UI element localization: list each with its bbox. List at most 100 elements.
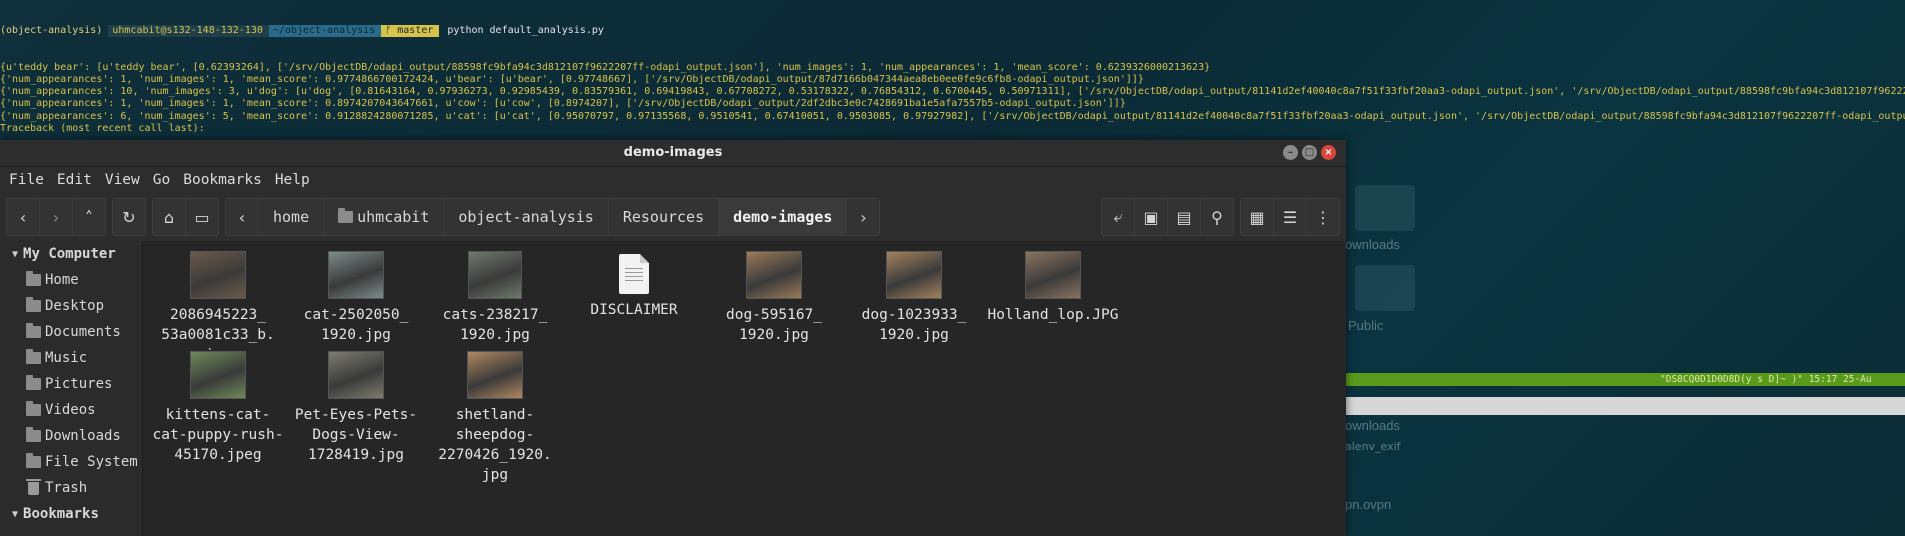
sidebar-item-home[interactable]: Home xyxy=(0,267,142,293)
breadcrumb-resources[interactable]: Resources xyxy=(609,199,720,235)
sidebar-item-trash[interactable]: Trash xyxy=(0,475,142,501)
file-item[interactable]: cats-238217_ 1920.jpg xyxy=(420,251,570,345)
input-bar xyxy=(1345,397,1905,415)
breadcrumb-demo-images[interactable]: demo-images xyxy=(719,199,848,235)
sidebar-header-my-computer[interactable]: ▼ My Computer xyxy=(0,241,142,267)
trash-icon xyxy=(26,478,41,495)
triangle-down-icon: ▼ xyxy=(12,508,19,520)
file-item[interactable]: 2086945223_ 53a0081c33_b. jpg xyxy=(143,251,293,365)
prompt-host: uhmcabit@s132-148-132-130 xyxy=(108,24,269,37)
file-item[interactable]: shetland- sheepdog- 2270426_1920. jpg xyxy=(420,351,570,485)
grid-icon: ▦ xyxy=(1249,207,1265,227)
document-icon xyxy=(619,254,649,294)
window-titlebar[interactable]: demo-images – □ × xyxy=(0,140,1346,167)
up-button[interactable]: ˄ xyxy=(73,199,105,235)
sidebar-item-label: Home xyxy=(45,272,79,288)
desktop-label-public: Public xyxy=(1348,318,1384,333)
breadcrumb-right-button[interactable]: › xyxy=(847,199,879,235)
folder-icon xyxy=(26,323,41,338)
home-button[interactable]: ⌂ xyxy=(153,199,186,235)
file-name: kittens-cat- cat-puppy-rush- 45170.jpeg xyxy=(152,407,284,463)
menu-edit[interactable]: Edit xyxy=(52,172,97,188)
sidebar-item-label: Downloads xyxy=(45,428,121,444)
file-item[interactable]: dog-1023933_ 1920.jpg xyxy=(839,251,989,345)
menu-go[interactable]: Go xyxy=(148,172,175,188)
sidebar-item-music[interactable]: Music xyxy=(0,345,142,371)
file-item[interactable]: Holland_lop.JPG xyxy=(978,251,1128,325)
close-button[interactable]: × xyxy=(1321,145,1336,160)
search-button[interactable]: ⚲ xyxy=(1201,199,1233,235)
desktop-label-openvpn: pn.ovpn xyxy=(1345,497,1392,512)
terminal-button[interactable]: ▣ xyxy=(1135,199,1168,235)
file-name: dog-595167_ 1920.jpg xyxy=(725,307,823,343)
maximize-button[interactable]: □ xyxy=(1302,145,1317,160)
sidebar-header-label: My Computer xyxy=(23,246,116,262)
sidebar-item-documents[interactable]: Documents xyxy=(0,319,142,345)
sidebar: ▼ My Computer Home Desktop Documents Musi… xyxy=(0,241,143,536)
image-thumbnail xyxy=(190,251,246,299)
folder-icon xyxy=(1355,185,1415,231)
sidebar-header-bookmarks[interactable]: ▼ Bookmarks xyxy=(0,501,142,527)
compact-list-icon: ⋮ xyxy=(1315,207,1331,227)
file-name: cats-238217_ 1920.jpg xyxy=(442,307,548,343)
menu-help[interactable]: Help xyxy=(270,172,315,188)
folder-icon xyxy=(26,349,41,364)
window-title: demo-images xyxy=(623,145,723,160)
file-name: shetland- sheepdog- 2270426_1920. jpg xyxy=(438,407,552,483)
terminal-line: Traceback (most recent call last): xyxy=(0,122,205,134)
sidebar-item-pictures[interactable]: Pictures xyxy=(0,371,142,397)
folder-open-icon: ▤ xyxy=(1176,207,1192,227)
image-thumbnail xyxy=(1025,251,1081,299)
breadcrumb-home[interactable]: home xyxy=(259,199,325,235)
breadcrumb-left-button[interactable]: ‹ xyxy=(226,199,259,235)
sidebar-item-desktop[interactable]: Desktop xyxy=(0,293,142,319)
sidebar-item-label: Videos xyxy=(45,402,96,418)
breadcrumb-object-analysis[interactable]: object-analysis xyxy=(444,199,609,235)
sidebar-item-label: Documents xyxy=(45,324,121,340)
terminal-icon: ▣ xyxy=(1143,207,1159,227)
prompt-env: (object-analysis) xyxy=(0,24,103,36)
reload-group: ↻ xyxy=(112,198,146,236)
file-item[interactable]: cat-2502050_ 1920.jpg xyxy=(281,251,431,345)
image-thumbnail xyxy=(190,351,246,399)
file-item[interactable]: kittens-cat- cat-puppy-rush- 45170.jpeg xyxy=(143,351,293,465)
new-folder-button[interactable]: ▤ xyxy=(1168,199,1201,235)
reload-icon: ↻ xyxy=(122,207,136,227)
desktop-label-downloads: ownloads xyxy=(1345,237,1400,252)
sidebar-item-downloads[interactable]: Downloads xyxy=(0,423,142,449)
folder-icon xyxy=(26,427,41,442)
folder-icon xyxy=(1355,265,1415,311)
folder-icon xyxy=(26,297,41,312)
sidebar-item-file-system[interactable]: File System xyxy=(0,449,142,475)
prompt-dir: ~/object-analysis xyxy=(268,24,382,37)
file-item[interactable]: DISCLAIMER xyxy=(559,251,709,320)
action-group: ⤶ ▣ ▤ ⚲ xyxy=(1101,198,1234,236)
terminal-prompt: (object-analysis) uhmcabit@s132-148-132-… xyxy=(0,24,1905,37)
list-view-button[interactable]: ☰ xyxy=(1274,199,1307,235)
breadcrumb: ‹ home uhmcabit object-analysis Resource… xyxy=(225,198,881,236)
location-toggles: ⌂ ▭ xyxy=(152,198,219,236)
forward-button[interactable]: › xyxy=(40,199,73,235)
file-grid: 2086945223_ 53a0081c33_b. jpg cat-2502050… xyxy=(143,241,1346,536)
breadcrumb-uhmcabit[interactable]: uhmcabit xyxy=(324,199,445,235)
menu-view[interactable]: View xyxy=(100,172,145,188)
computer-button[interactable]: ▭ xyxy=(186,199,218,235)
compact-view-button[interactable]: ⋮ xyxy=(1307,199,1339,235)
nav-group: ‹ › ˄ xyxy=(6,198,106,236)
back-button[interactable]: ‹ xyxy=(7,199,40,235)
prompt-git-branch: ᚠ master xyxy=(381,24,440,37)
folder-icon xyxy=(26,271,41,286)
menu-bookmarks[interactable]: Bookmarks xyxy=(178,172,267,188)
sidebar-item-label: Desktop xyxy=(45,298,105,314)
menu-file[interactable]: File xyxy=(4,172,49,188)
icon-view-button[interactable]: ▦ xyxy=(1241,199,1274,235)
image-thumbnail xyxy=(328,251,384,299)
reload-button[interactable]: ↻ xyxy=(113,199,145,235)
file-item[interactable]: Pet-Eyes-Pets- Dogs-View- 1728419.jpg xyxy=(281,351,431,465)
minimize-button[interactable]: – xyxy=(1283,145,1298,160)
image-thumbnail xyxy=(328,351,384,399)
toggle-location-button[interactable]: ⤶ xyxy=(1102,199,1135,235)
file-item[interactable]: dog-595167_ 1920.jpg xyxy=(699,251,849,345)
sidebar-item-videos[interactable]: Videos xyxy=(0,397,142,423)
folder-icon xyxy=(26,401,41,416)
